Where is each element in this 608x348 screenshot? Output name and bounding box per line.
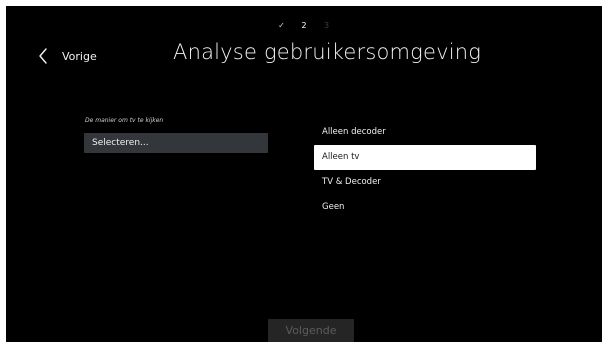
viewing-method-select[interactable]: Selecteren... [84, 133, 268, 153]
option-list: Alleen decoder Alleen tv TV & Decoder Ge… [314, 120, 536, 220]
step-1-check: ✓ [278, 21, 285, 30]
back-label: Vorige [62, 49, 97, 63]
chevron-left-icon [38, 47, 52, 65]
back-button[interactable]: Vorige [38, 44, 97, 68]
option-geen[interactable]: Geen [314, 195, 536, 220]
step-3: 3 [324, 21, 330, 30]
page-title: Analyse gebruikersomgeving [173, 40, 482, 64]
option-alleen-decoder[interactable]: Alleen decoder [314, 120, 536, 145]
step-indicator: ✓ 2 3 [6, 20, 602, 32]
viewing-method-label: De manier om tv te kijken [85, 117, 164, 124]
step-2: 2 [301, 21, 307, 30]
option-tv-decoder[interactable]: TV & Decoder [314, 170, 536, 195]
option-alleen-tv[interactable]: Alleen tv [314, 145, 536, 170]
tv-screen: ✓ 2 3 Vorige Analyse gebruikersomgeving … [6, 6, 602, 342]
next-button[interactable]: Volgende [268, 319, 354, 342]
